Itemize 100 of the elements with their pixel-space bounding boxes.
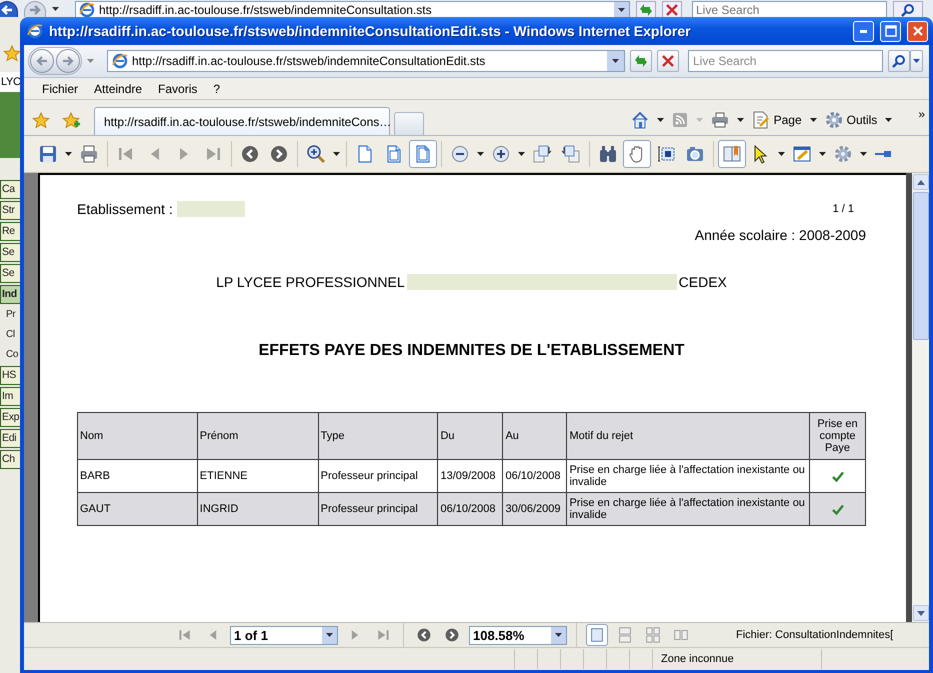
stop-button[interactable] [662,1,682,17]
search-button[interactable] [893,1,923,17]
refresh-button[interactable] [630,50,652,72]
left-arrow-circle-icon [416,627,432,643]
field-label: Etablissement : [77,201,173,217]
table-cell: 06/10/2008 [438,492,503,526]
scroll-down-button[interactable] [912,605,928,621]
pages-arrow-icon [561,144,581,164]
menu-item[interactable]: Atteindre [86,82,150,96]
text-select-icon [656,144,676,164]
page-menu[interactable]: Page [750,111,804,129]
column-header: Type [318,412,438,460]
star-icon [3,45,20,62]
minimize-button[interactable] [853,20,874,42]
minimize-icon [860,30,867,32]
nav-link[interactable]: Cl [0,326,20,344]
nav-button[interactable]: Edi [0,429,20,448]
refresh-icon [638,2,654,17]
file-name: Fichier: ConsultationIndemnites[ [736,629,894,641]
dropdown-button[interactable] [614,2,629,17]
table-cell: Prise en charge liée à l'affectation inexistante ou invalide [566,492,810,526]
nav-button[interactable]: Ind [0,285,20,304]
menu-item[interactable]: Favoris [150,82,206,96]
search-field[interactable]: Live Search [688,50,883,72]
security-zone: Zone inconnue [652,649,821,669]
nav-button[interactable]: Im [0,387,20,406]
right-arrow-icon [62,55,74,67]
search-field[interactable]: Live Search [692,1,887,17]
gear-icon [833,144,853,164]
address-field[interactable]: http://rsadiff.in.ac-toulouse.fr/stsweb/indemniteConsultationEdit.sts [107,50,625,72]
menu-item[interactable]: ? [205,82,228,96]
nav-button[interactable]: Se [0,264,20,283]
nav-link[interactable]: Pr [0,306,20,324]
table-cell: GAUT [78,492,198,526]
left-arrow-icon [36,55,48,67]
up-arrow-icon [916,180,924,184]
column-header: Du [438,412,503,460]
nav-button[interactable]: Ch [0,450,20,469]
page-layout-icon [588,626,606,644]
school-name: LP LYCEE PROFESSIONNEL [216,274,405,290]
star-plus-icon [62,112,80,128]
back-button[interactable] [0,1,18,17]
dropdown-button[interactable] [910,50,923,72]
nav-button[interactable]: Re [0,222,20,241]
caret-icon [87,59,94,63]
dropdown-button[interactable] [885,118,892,122]
menu-item[interactable]: Fichier [34,82,86,96]
page-field[interactable]: 1 of 1 [230,626,338,644]
zoom-field[interactable]: 108.58% [469,626,567,644]
stop-button[interactable] [657,50,679,72]
report-title: EFFETS PAYE DES INDEMNITES DE L'ETABLISSEMENT [258,342,686,360]
pencil-note-icon [792,144,812,164]
page-heading: LYC [0,72,20,92]
book-icon [722,144,742,164]
refresh-button[interactable] [636,1,656,17]
search-icon [892,54,906,68]
forward-button[interactable] [24,1,46,17]
left-arrow-circle-icon [240,144,260,164]
scrollbar[interactable] [912,173,929,622]
nav-button[interactable]: HS [0,366,20,385]
first-page-icon [177,627,193,643]
more-button[interactable]: » [918,107,925,121]
address-field[interactable]: http://rsadiff.in.ac-toulouse.fr/stsweb/indemniteConsultation.sts [75,1,630,17]
dropdown-button[interactable] [810,118,817,122]
column-header: Motif du rejet [566,412,810,460]
hand-button[interactable] [623,140,651,168]
plus-circle-icon [491,144,511,164]
dropdown-button[interactable] [656,118,664,122]
forward-button[interactable] [56,49,80,73]
scrollbar-thumb[interactable] [912,192,928,340]
page-layout-icon [616,626,634,644]
caret-icon [860,152,867,156]
star-icon [32,112,50,128]
browser-tab[interactable]: http://rsadiff.in.ac-toulouse.fr/stsweb/indemniteCons… [94,107,390,135]
dropdown-button[interactable] [607,51,624,71]
search-button[interactable] [888,50,910,72]
down-arrow-icon [916,610,924,616]
caret-icon [778,152,785,156]
nav-link[interactable]: Co [0,346,20,364]
fit-page-button[interactable] [409,140,437,168]
school-year: Année scolaire : 2008-2009 [694,227,866,243]
nav-button[interactable]: Str [0,201,20,220]
table-cell: Professeur principal [318,492,438,526]
bookmarks-button[interactable] [718,140,746,168]
page-layout-button[interactable] [586,624,608,646]
caret-icon [518,152,525,156]
dropdown-button[interactable] [736,118,744,122]
pages-arrow-icon [532,144,552,164]
caret-icon [52,7,59,11]
nav-button[interactable]: Se [0,243,20,262]
nav-button[interactable]: Ca [0,180,20,199]
maximize-button[interactable] [880,20,901,42]
nav-button[interactable]: Exp [0,408,20,427]
close-button[interactable] [907,20,928,42]
school-city: CEDEX [678,274,727,290]
scroll-up-button[interactable] [912,174,928,190]
tools-menu[interactable]: Outils [822,111,880,129]
caret-icon [326,633,333,637]
close-icon [912,25,924,37]
table-cell: 30/06/2009 [502,492,567,526]
